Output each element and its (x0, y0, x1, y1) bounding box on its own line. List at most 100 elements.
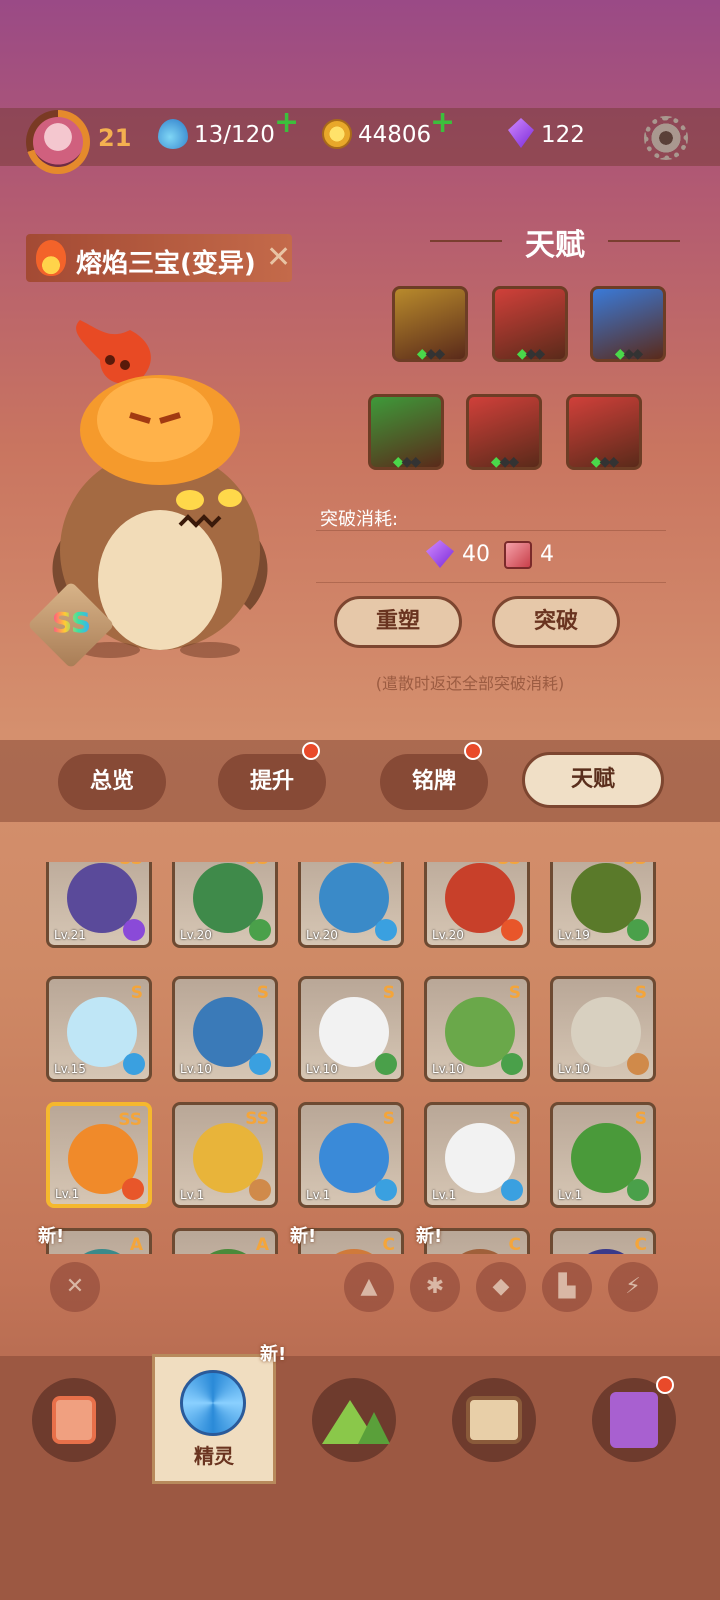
talent-level-pips: ◆◆◆ (590, 454, 619, 470)
pet-rank: SS (623, 862, 647, 869)
pet-grid[interactable]: SSLv.21SSLv.20SSLv.20SSLv.20SSLv.19SLv.1… (0, 862, 720, 1254)
pet-card[interactable]: SS Lv.1 (46, 1102, 152, 1208)
element-icon (501, 1053, 523, 1075)
pet-level: Lv.19 (558, 928, 590, 942)
cost-gem-value: 40 (462, 542, 490, 567)
new-tag: 新! (290, 1226, 317, 1247)
pet-card[interactable]: S Lv.1 (550, 1102, 656, 1208)
element-icon (375, 1053, 397, 1075)
spirit-icon (180, 1370, 246, 1436)
tab-1[interactable]: 提升 (218, 754, 326, 810)
device-icon[interactable] (32, 1378, 116, 1462)
close-icon[interactable]: ✕ (266, 240, 291, 275)
talent-level-pips: ◆◆◆ (614, 346, 643, 362)
pet-level: Lv.21 (54, 928, 86, 942)
pet-level: Lv.10 (432, 1062, 464, 1076)
element-icon (375, 1179, 397, 1201)
pet-card[interactable]: S Lv.10 (424, 976, 530, 1082)
new-tag: 新! (416, 1226, 443, 1247)
gear-icon[interactable] (644, 116, 688, 160)
pet-name: 熔焰三宝(变异) (76, 249, 256, 279)
element-icon (501, 1179, 523, 1201)
tab-2[interactable]: 铭牌 (380, 754, 488, 810)
pet-card[interactable]: S Lv.10 (172, 976, 278, 1082)
divider (316, 530, 666, 531)
dismiss-refund-note: (遣散时返还全部突破消耗) (375, 674, 565, 693)
pet-card[interactable]: SS Lv.1 (172, 1102, 278, 1208)
element-icon (249, 1179, 271, 1201)
pet-card[interactable]: S Lv.10 (550, 976, 656, 1082)
coin-value: 44806 (358, 122, 432, 148)
pet-level: Lv.1 (180, 1188, 205, 1202)
pet-level: Lv.10 (306, 1062, 338, 1076)
pet-rank: S (634, 1109, 647, 1129)
pet-rank: A (129, 1235, 143, 1254)
tab-3[interactable]: 天赋 (522, 752, 664, 808)
pet-level: Lv.20 (432, 928, 464, 942)
mountain-icon[interactable] (312, 1378, 396, 1462)
stamina-plus-button[interactable]: + (274, 108, 299, 138)
pet-card[interactable]: S Lv.15 (46, 976, 152, 1082)
notification-dot (302, 742, 320, 760)
clear-filter-button[interactable]: ✕ (50, 1262, 100, 1312)
pet-rank: SS (371, 862, 395, 869)
pet-rank: C (634, 1235, 647, 1254)
lightning-filter-icon[interactable]: ⚡ (608, 1262, 658, 1312)
pet-level: Lv.1 (432, 1188, 457, 1202)
talent-level-pips: ◆◆◆ (416, 346, 445, 362)
pet-card[interactable]: C (550, 1228, 656, 1254)
talent-level-pips: ◆◆◆ (392, 454, 421, 470)
talent-level-pips: ◆◆◆ (516, 346, 545, 362)
pet-rank: S (130, 983, 143, 1003)
pet-level: Lv.20 (180, 928, 212, 942)
pet-level: Lv.1 (306, 1188, 331, 1202)
pet-card[interactable]: SS Lv.21 (46, 862, 152, 948)
element-icon (627, 919, 649, 941)
breakthrough-button[interactable]: 突破 (492, 596, 620, 648)
pet-level: Lv.1 (55, 1187, 80, 1201)
pet-card[interactable]: SS Lv.19 (550, 862, 656, 948)
gem-value: 122 (541, 122, 585, 148)
element-icon (123, 919, 145, 941)
pet-card[interactable]: SS Lv.20 (298, 862, 404, 948)
new-tag: 新! (38, 1226, 65, 1247)
element-icon (627, 1179, 649, 1201)
pet-card[interactable]: S Lv.1 (424, 1102, 530, 1208)
reshape-button[interactable]: 重塑 (334, 596, 462, 648)
pet-card[interactable]: A (172, 1228, 278, 1254)
pet-rank: C (508, 1235, 521, 1254)
pet-portrait (571, 1249, 641, 1254)
pet-rank: S (382, 1109, 395, 1129)
leaf-filter-icon[interactable]: ◆ (476, 1262, 526, 1312)
chest-icon[interactable] (452, 1378, 536, 1462)
pet-card[interactable]: SS Lv.20 (172, 862, 278, 948)
tab-0[interactable]: 总览 (58, 754, 166, 810)
avatar[interactable] (26, 110, 90, 174)
fire-filter-icon[interactable]: ▲ (344, 1262, 394, 1312)
divider (316, 582, 666, 583)
pet-card[interactable]: SS Lv.20 (424, 862, 530, 948)
player-level: 21 (98, 124, 132, 152)
pet-rank: SS (245, 1109, 269, 1129)
element-icon (501, 919, 523, 941)
pet-rank: S (256, 983, 269, 1003)
talent-title: 天赋 (525, 228, 585, 263)
fire-element-icon (36, 240, 66, 276)
pet-level: Lv.15 (54, 1062, 86, 1076)
new-tag: 新! (260, 1344, 287, 1365)
element-icon (375, 919, 397, 941)
element-icon (249, 1053, 271, 1075)
pet-card[interactable]: S Lv.1 (298, 1102, 404, 1208)
rock-filter-icon[interactable]: ▙ (542, 1262, 592, 1312)
coin-plus-button[interactable]: + (430, 108, 455, 138)
ice-filter-icon[interactable]: ✱ (410, 1262, 460, 1312)
pet-portrait (319, 1249, 389, 1254)
element-icon (122, 1178, 144, 1200)
pet-level: Lv.20 (306, 928, 338, 942)
pet-portrait (193, 1249, 263, 1254)
pet-rank: S (508, 1109, 521, 1129)
pet-level: Lv.10 (558, 1062, 590, 1076)
pet-card[interactable]: S Lv.10 (298, 976, 404, 1082)
pet-rank: C (382, 1235, 395, 1254)
pet-level: Lv.10 (180, 1062, 212, 1076)
